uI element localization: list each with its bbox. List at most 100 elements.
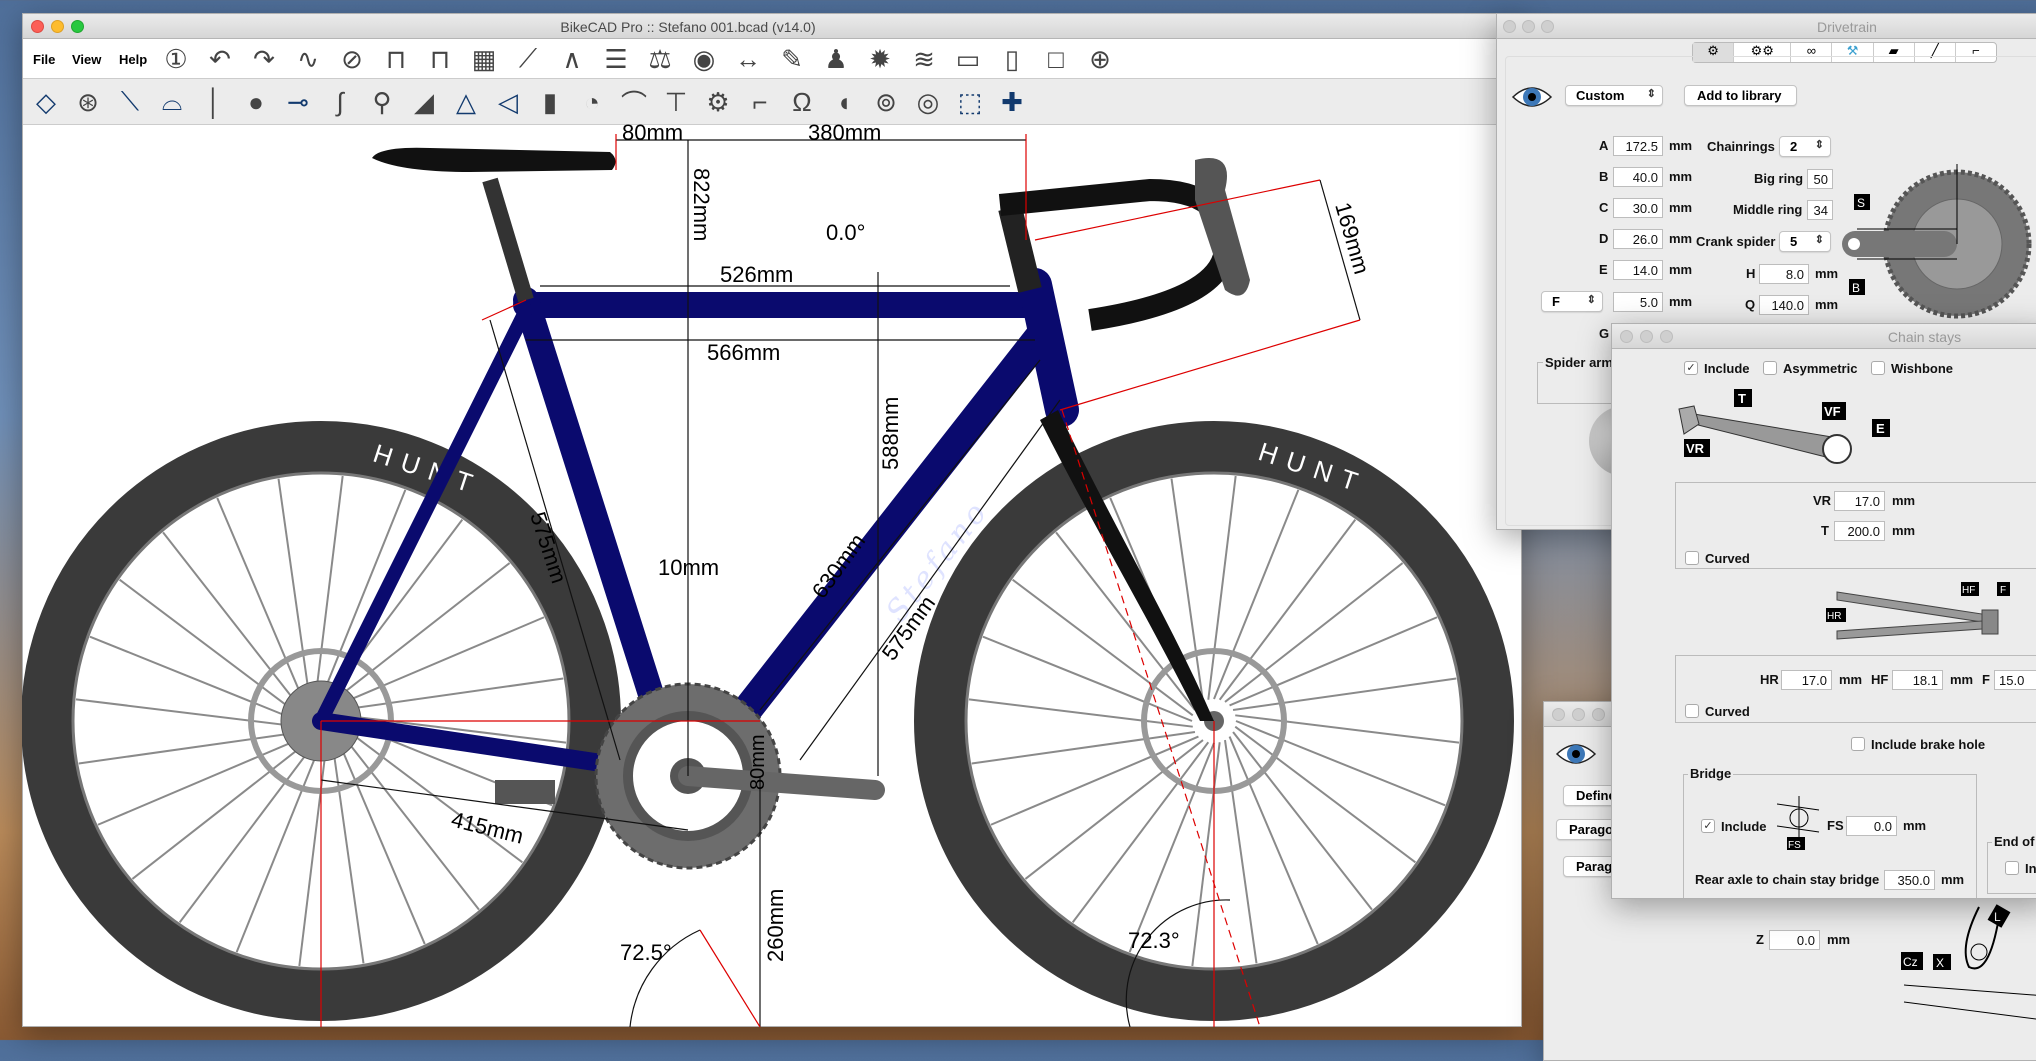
fs-label: FS <box>1827 818 1844 833</box>
close-button[interactable] <box>1552 708 1565 721</box>
q-field[interactable]: 140.0 <box>1759 295 1809 315</box>
h-field[interactable]: 8.0 <box>1759 264 1809 284</box>
big-ring-field[interactable]: 50 <box>1807 169 1833 189</box>
chain-stays-title-bar: Chain stays <box>1612 324 2036 349</box>
spoke <box>314 475 344 700</box>
curved-checkbox[interactable] <box>1685 551 1699 565</box>
chain-stay-top-diagram: HR HF F <box>1826 582 2010 640</box>
field-a[interactable]: 172.5 <box>1613 136 1663 156</box>
t-label: T <box>1821 523 1829 538</box>
vr-field[interactable]: 17.0 <box>1834 491 1885 511</box>
curved-2-label: Curved <box>1705 704 1750 719</box>
dim-stack: 588mm <box>878 397 903 470</box>
head-tube <box>1018 268 1079 427</box>
dim-head-angle: 72.3° <box>1128 928 1180 953</box>
label-g: G <box>1599 326 1610 341</box>
label-c: C <box>1599 200 1609 215</box>
spoke <box>75 698 300 728</box>
crank-spider-select[interactable]: 5 ⇕ <box>1779 231 1831 252</box>
middle-ring-field[interactable]: 34 <box>1807 200 1833 220</box>
minimize-button[interactable] <box>1572 708 1585 721</box>
f-dimension-select[interactable]: F ⇕ <box>1541 291 1603 312</box>
hf-field[interactable]: 18.1 <box>1892 670 1943 690</box>
unit-c: mm <box>1669 200 1693 215</box>
spoke <box>1232 677 1457 711</box>
spoke <box>339 677 564 711</box>
hf-label: HF <box>1871 672 1889 687</box>
curved-2-checkbox[interactable] <box>1685 704 1699 718</box>
rear-axle-to-bridge-field[interactable]: 350.0 <box>1884 870 1935 890</box>
seatpost <box>482 177 534 303</box>
t-unit: mm <box>1892 523 1916 538</box>
z-unit: mm <box>1827 932 1851 947</box>
drivetrain-title-bar: Drivetrain <box>1497 14 2036 39</box>
dim-effective-top-tube: 566mm <box>707 340 780 365</box>
end-of-checkbox[interactable] <box>2005 861 2019 875</box>
spoke <box>119 578 301 717</box>
dropout-diagram: L Cz X Cx <box>1901 904 2036 1020</box>
hr-unit: mm <box>1839 672 1863 687</box>
dim-chain-stay: 415mm <box>449 807 526 849</box>
drivetrain-title: Drivetrain <box>1817 19 1877 35</box>
f-field[interactable]: 15.0 <box>1994 670 2036 690</box>
chainrings-select[interactable]: 2 ⇕ <box>1779 136 1831 157</box>
spoke <box>1024 739 1204 880</box>
spoke <box>1207 475 1237 700</box>
crank-arm <box>678 766 885 800</box>
wishbone-checkbox[interactable] <box>1871 361 1885 375</box>
diagram-label-x: X <box>1936 956 1944 970</box>
fs-unit: mm <box>1903 818 1927 833</box>
eye-icon[interactable] <box>1512 85 1552 109</box>
diagram-label-e: E <box>1876 421 1885 436</box>
bridge-include-checkbox[interactable]: ✓ <box>1701 819 1715 833</box>
fs-diagram-label: FS <box>1788 840 1801 851</box>
field-c[interactable]: 30.0 <box>1613 198 1663 218</box>
diagram-label-hr: HR <box>1827 611 1841 622</box>
spoke <box>162 531 303 711</box>
fs-field[interactable]: 0.0 <box>1846 816 1897 836</box>
middle-ring-label: Middle ring <box>1733 202 1803 217</box>
dim-bb-drop: 80mm <box>747 734 769 790</box>
eye-icon[interactable] <box>1556 742 1596 766</box>
t-field[interactable]: 200.0 <box>1834 521 1885 541</box>
crank-spider-label: Crank spider <box>1696 234 1776 249</box>
chevron-updown-icon: ⇕ <box>1586 294 1596 306</box>
z-field[interactable]: 0.0 <box>1769 930 1820 950</box>
unit-b: mm <box>1669 169 1693 184</box>
spoke <box>331 739 365 964</box>
spoke <box>1232 731 1373 911</box>
spoke <box>1224 739 1258 964</box>
label-a: A <box>1599 138 1609 153</box>
field-e[interactable]: 14.0 <box>1613 260 1663 280</box>
asymmetric-checkbox[interactable] <box>1763 361 1777 375</box>
unit-d: mm <box>1669 231 1693 246</box>
q-label: Q <box>1745 297 1756 312</box>
diagram-label-cz: Cz <box>1903 955 1918 969</box>
preset-select[interactable]: Custom ⇕ <box>1565 85 1663 106</box>
wishbone-label: Wishbone <box>1891 361 1953 376</box>
add-to-library-button[interactable]: Add to library <box>1684 85 1797 106</box>
stem <box>998 205 1042 293</box>
spoke <box>97 735 306 826</box>
chevron-updown-icon: ⇕ <box>1814 234 1824 246</box>
field-b[interactable]: 40.0 <box>1613 167 1663 187</box>
include-brake-hole-checkbox[interactable] <box>1851 737 1865 751</box>
z-label: Z <box>1756 932 1764 947</box>
label-d: D <box>1599 231 1609 246</box>
f-select-value: F <box>1552 294 1560 309</box>
dim-reach: 380mm <box>808 120 881 145</box>
include-checkbox[interactable]: ✓ <box>1684 361 1698 375</box>
hf-unit: mm <box>1950 672 1974 687</box>
crankset-diagram: S B <box>1842 164 2032 319</box>
crank-spider-value: 5 <box>1790 234 1798 249</box>
diagram-label-f: F <box>2000 585 2006 596</box>
spoke <box>990 735 1199 826</box>
hr-field[interactable]: 17.0 <box>1781 670 1832 690</box>
field-d[interactable]: 26.0 <box>1613 229 1663 249</box>
include-label: Include <box>1704 361 1750 376</box>
dim-bb-height: 260mm <box>763 889 788 962</box>
dim-saddle-height: 822mm <box>689 168 714 241</box>
field-f[interactable]: 5.0 <box>1613 292 1663 312</box>
zoom-button[interactable] <box>1592 708 1605 721</box>
chainrings-label: Chainrings <box>1707 139 1775 154</box>
